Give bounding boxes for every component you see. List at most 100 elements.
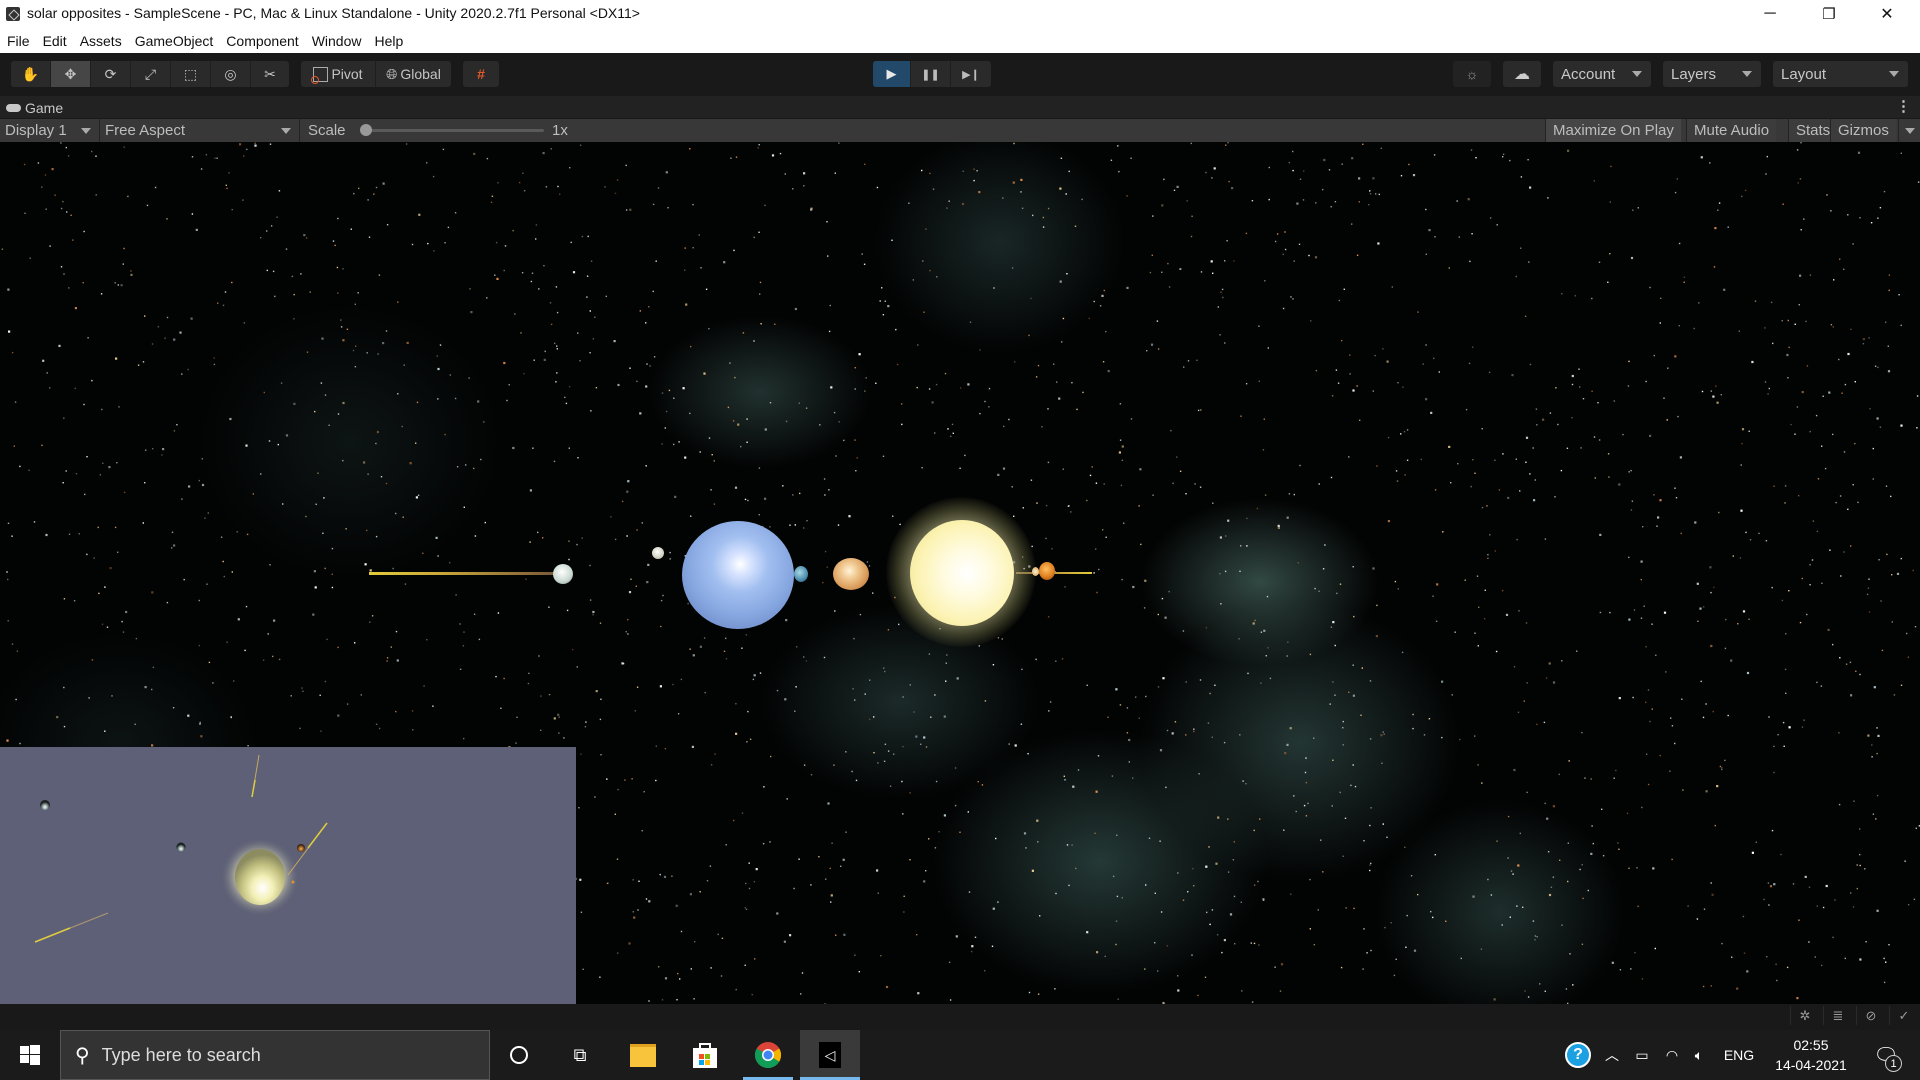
star: [100, 293, 103, 295]
game-viewport[interactable]: [0, 142, 1920, 1004]
star: [1028, 991, 1031, 994]
chrome-button[interactable]: [740, 1030, 796, 1080]
star: [29, 257, 31, 259]
star: [661, 443, 663, 445]
rotate-tool-button[interactable]: ⟳: [91, 61, 131, 87]
battery-icon[interactable]: ▭: [1630, 1030, 1654, 1080]
move-tool-button[interactable]: ✥: [51, 61, 91, 87]
cloud-button[interactable]: ☁: [1503, 61, 1541, 87]
tab-game[interactable]: Game: [6, 98, 63, 118]
aspect-dropdown[interactable]: Free Aspect: [100, 119, 300, 142]
star: [1821, 445, 1823, 447]
menu-edit[interactable]: Edit: [36, 33, 73, 49]
show-hidden-icons-button[interactable]: ︿: [1600, 1030, 1624, 1080]
start-button[interactable]: [2, 1030, 58, 1080]
gizmos-toggle[interactable]: Gizmos: [1830, 119, 1896, 142]
star: [222, 304, 225, 307]
help-tray-button[interactable]: ?: [1563, 1030, 1593, 1080]
display-dropdown[interactable]: Display 1: [0, 119, 100, 142]
cortana-button[interactable]: [491, 1030, 547, 1080]
mute-audio-toggle[interactable]: Mute Audio: [1686, 119, 1777, 142]
grid-snap-button[interactable]: #: [463, 61, 499, 87]
star: [948, 200, 950, 202]
minimize-button[interactable]: ─: [1747, 0, 1793, 28]
star: [576, 543, 578, 546]
star: [1717, 209, 1719, 211]
menu-component[interactable]: Component: [219, 33, 304, 49]
star: [1705, 703, 1707, 705]
star: [1850, 892, 1852, 894]
scale-slider-thumb[interactable]: [360, 124, 372, 136]
star: [14, 401, 17, 403]
close-button[interactable]: ✕: [1864, 0, 1910, 28]
gizmos-dropdown[interactable]: [1898, 119, 1920, 142]
menu-window[interactable]: Window: [305, 33, 368, 49]
database-off-icon[interactable]: ≣: [1823, 1006, 1852, 1025]
star: [1737, 623, 1739, 625]
wifi-icon[interactable]: ◠: [1660, 1030, 1684, 1080]
menu-gameobject[interactable]: GameObject: [128, 33, 220, 49]
star: [504, 245, 507, 247]
check-circle-icon[interactable]: ✓: [1889, 1006, 1918, 1025]
maximize-on-play-toggle[interactable]: Maximize On Play: [1545, 119, 1681, 142]
taskbar-search-box[interactable]: ⚲ Type here to search: [60, 1030, 490, 1080]
layout-dropdown[interactable]: Layout: [1773, 61, 1908, 87]
star: [1907, 904, 1910, 906]
restore-button[interactable]: ❐: [1806, 0, 1852, 28]
lighting-button[interactable]: ☼: [1453, 61, 1491, 87]
menu-help[interactable]: Help: [367, 33, 409, 49]
action-center-button[interactable]: 🗨︎ 1: [1866, 1030, 1906, 1080]
star: [1546, 817, 1549, 820]
star: [522, 172, 524, 174]
star: [680, 930, 683, 933]
step-button[interactable]: ▶❙: [951, 61, 991, 87]
hand-tool-button[interactable]: ✋: [11, 61, 51, 87]
star: [1754, 300, 1757, 302]
star: [1830, 324, 1833, 326]
star: [1786, 966, 1789, 969]
star: [506, 399, 508, 402]
rect-tool-button[interactable]: ⬚: [171, 61, 211, 87]
star: [1013, 515, 1015, 517]
clock[interactable]: 02:55 14-04-2021: [1766, 1030, 1856, 1080]
star: [1766, 155, 1768, 158]
task-view-button[interactable]: ⧉: [552, 1030, 608, 1080]
star: [770, 755, 772, 758]
star: [979, 349, 981, 351]
star: [1502, 156, 1504, 158]
volume-icon[interactable]: 🔈︎: [1687, 1030, 1711, 1080]
account-dropdown[interactable]: Account: [1553, 61, 1651, 87]
transform-tool-button[interactable]: ◎: [211, 61, 251, 87]
bug-off-icon[interactable]: ✲: [1790, 1006, 1819, 1025]
play-button[interactable]: ▶: [873, 61, 911, 87]
network-off-icon[interactable]: ⊘: [1856, 1006, 1885, 1025]
global-toggle[interactable]: 🌐︎ Global: [376, 61, 451, 87]
star: [928, 388, 931, 390]
file-explorer-button[interactable]: [615, 1030, 671, 1080]
star: [1115, 943, 1117, 946]
pivot-icon: [311, 66, 329, 84]
star: [1071, 844, 1073, 846]
panel-menu-icon[interactable]: ⋮: [1896, 97, 1911, 115]
pause-button[interactable]: ❚❚: [911, 61, 951, 87]
star: [760, 323, 762, 325]
layers-dropdown[interactable]: Layers: [1663, 61, 1761, 87]
unity-taskbar-button[interactable]: ◁: [800, 1030, 860, 1080]
star: [1809, 584, 1811, 586]
star: [459, 668, 462, 670]
menu-assets[interactable]: Assets: [73, 33, 128, 49]
star: [1845, 663, 1848, 665]
custom-tool-button[interactable]: ✂: [251, 61, 289, 87]
scale-tool-button[interactable]: ⤢: [131, 61, 171, 87]
scale-slider[interactable]: [360, 124, 544, 136]
star: [68, 533, 71, 535]
store-button[interactable]: [677, 1030, 733, 1080]
pivot-toggle[interactable]: Pivot: [301, 61, 376, 87]
star: [1, 248, 4, 250]
star: [708, 437, 711, 439]
minimap-camera-view[interactable]: [0, 747, 576, 1004]
language-indicator[interactable]: ENG: [1718, 1030, 1760, 1080]
menu-file[interactable]: File: [0, 33, 36, 49]
star: [1472, 895, 1475, 898]
star: [606, 778, 608, 780]
